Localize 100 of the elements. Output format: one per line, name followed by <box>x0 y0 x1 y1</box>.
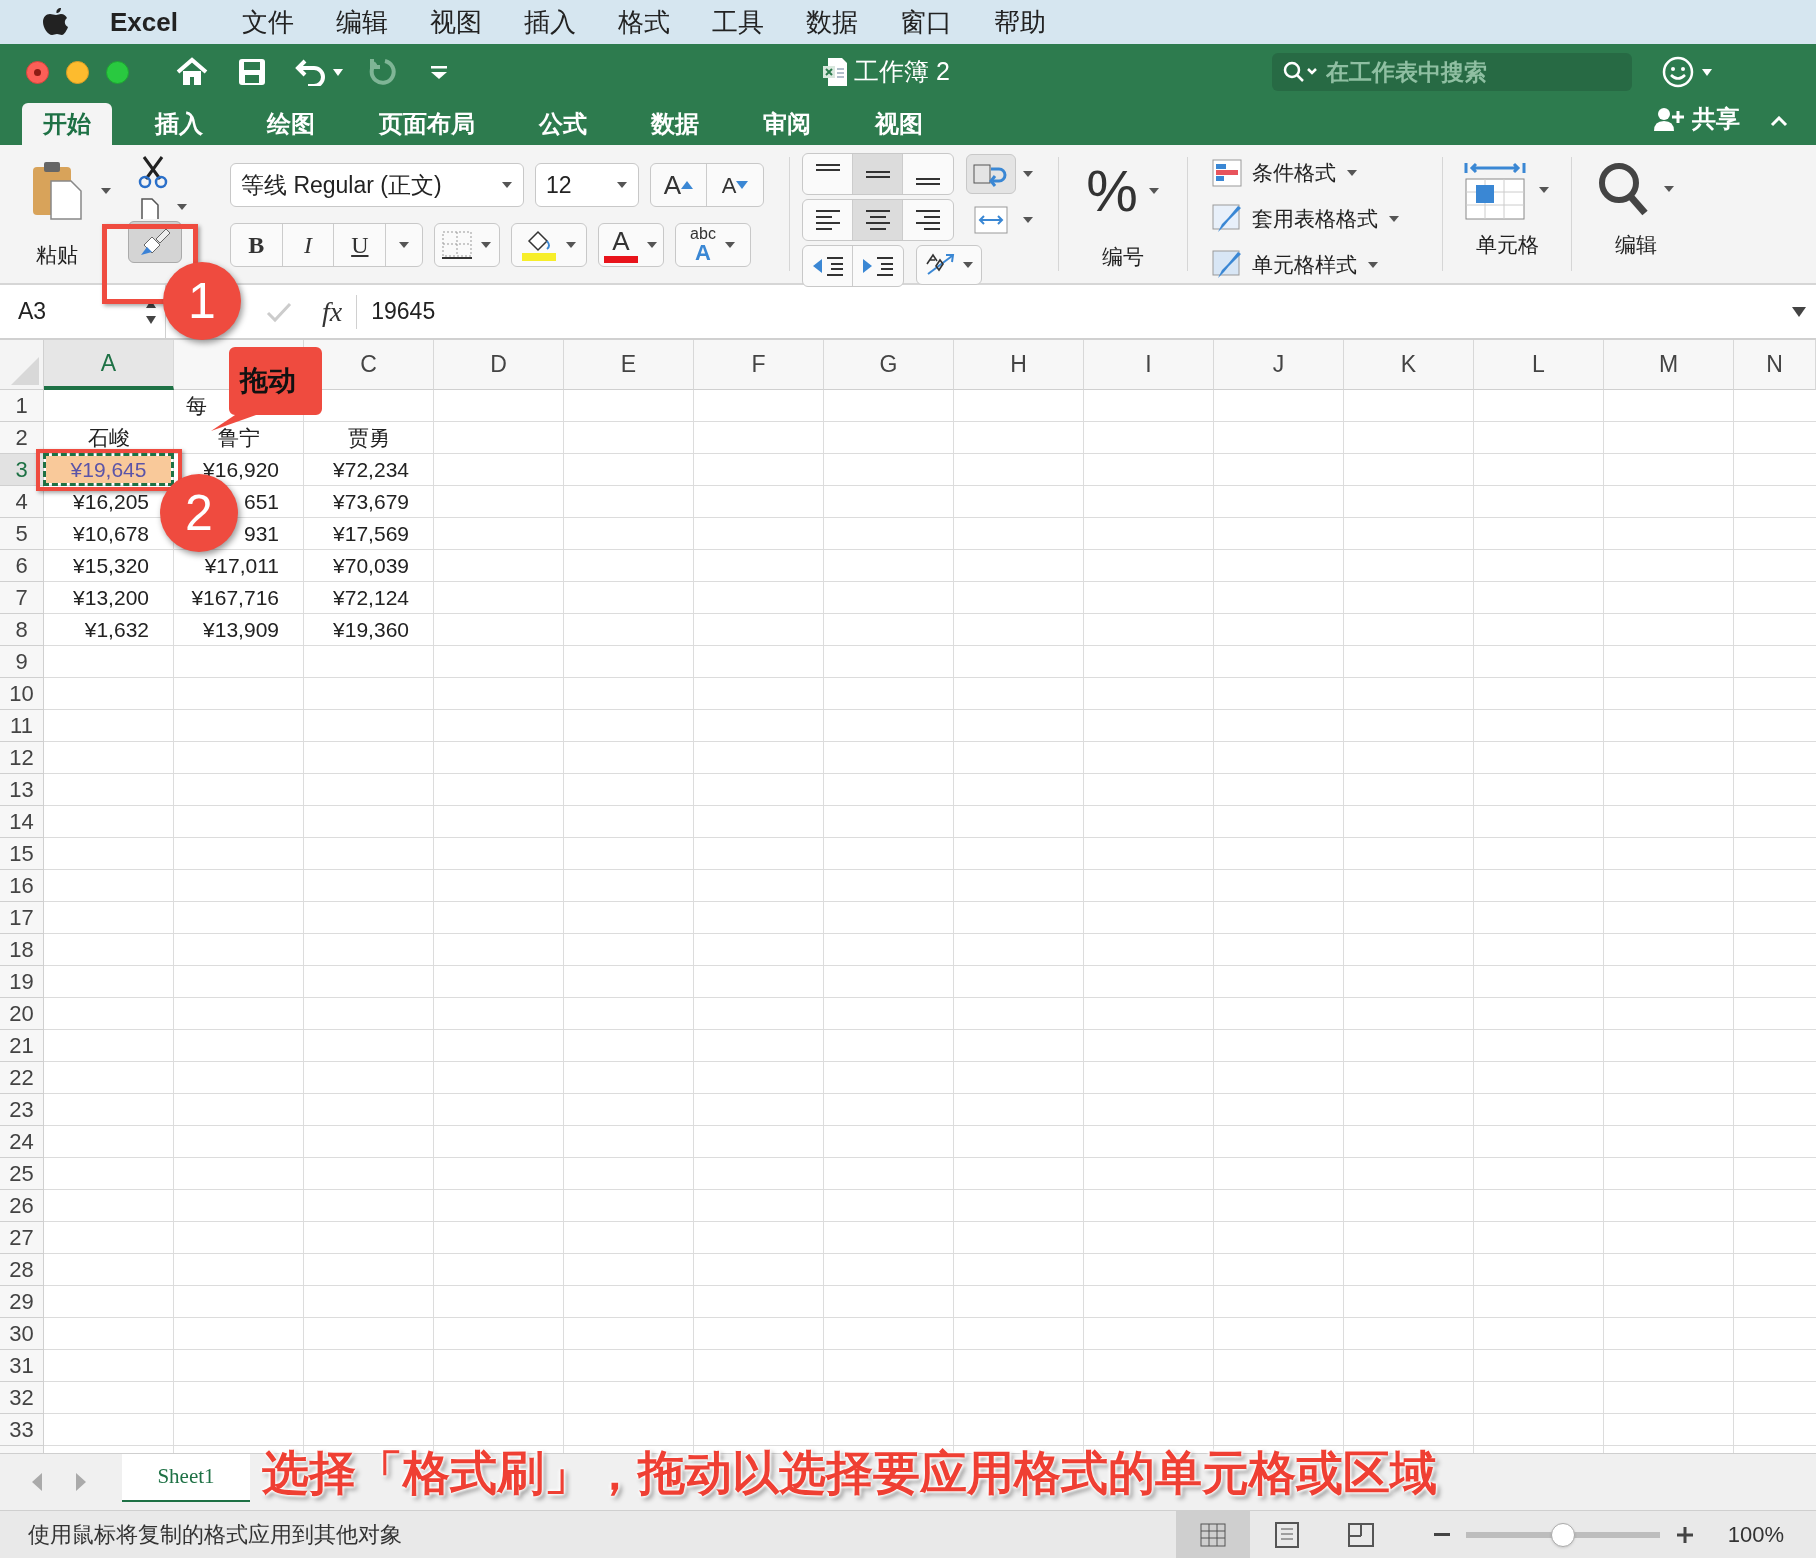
column-header[interactable]: I <box>1084 340 1214 390</box>
row-header[interactable]: 32 <box>0 1382 43 1414</box>
align-center-button[interactable] <box>853 200 903 240</box>
menu-item[interactable]: 视图 <box>429 2 482 42</box>
row-header[interactable]: 24 <box>0 1126 43 1158</box>
insert-function-button[interactable]: fx <box>322 290 343 333</box>
row-header[interactable]: 6 <box>0 550 43 582</box>
zoom-in-icon[interactable] <box>1675 1525 1694 1544</box>
row-header[interactable]: 14 <box>0 806 43 838</box>
ribbon-tab[interactable]: 数据 <box>630 103 720 145</box>
row-header[interactable]: 9 <box>0 646 43 678</box>
scissors-icon[interactable] <box>138 155 168 189</box>
styles-menu-button[interactable]: 套用表格格式 <box>1212 201 1426 237</box>
align-middle-button[interactable] <box>853 154 903 194</box>
ribbon-tab[interactable]: 审阅 <box>742 103 832 145</box>
row-header[interactable]: 7 <box>0 582 43 614</box>
share-button[interactable]: 共享 <box>1654 101 1740 137</box>
row-header[interactable]: 28 <box>0 1254 43 1286</box>
undo-icon[interactable] <box>295 58 327 86</box>
cells-button[interactable]: 单元格 <box>1443 145 1571 283</box>
row-header[interactable]: 15 <box>0 838 43 870</box>
expand-icon[interactable] <box>1792 305 1806 318</box>
fill-color-button[interactable] <box>511 223 587 267</box>
styles-menu-button[interactable]: 单元格样式 <box>1212 247 1426 283</box>
borders-button[interactable] <box>434 223 500 267</box>
column-header[interactable]: H <box>954 340 1084 390</box>
row-header[interactable]: 10 <box>0 678 43 710</box>
font-size-dropdown[interactable]: 12 <box>535 163 639 207</box>
row-header[interactable]: 33 <box>0 1414 43 1446</box>
merge-cells-icon[interactable] <box>974 206 1008 234</box>
ribbon-tab[interactable]: 公式 <box>518 103 608 145</box>
row-header[interactable]: 27 <box>0 1222 43 1254</box>
bold-button[interactable]: B <box>231 224 283 266</box>
menu-item[interactable]: 工具 <box>711 2 764 42</box>
row-header[interactable]: 11 <box>0 710 43 742</box>
zoom-out-icon[interactable] <box>1433 1532 1450 1537</box>
row-header[interactable]: 30 <box>0 1318 43 1350</box>
menu-item[interactable]: 帮助 <box>993 2 1046 42</box>
menu-app-name[interactable]: Excel <box>110 2 178 42</box>
row-header[interactable]: 4 <box>0 486 43 518</box>
row-header[interactable]: 1 <box>0 390 43 422</box>
ribbon-tab[interactable]: 页面布局 <box>358 103 496 145</box>
column-header[interactable]: A <box>44 340 174 390</box>
caret-icon[interactable] <box>333 68 343 76</box>
zoom-level[interactable]: 100% <box>1727 1518 1784 1551</box>
menu-item[interactable]: 数据 <box>805 2 858 42</box>
checkmark-icon[interactable] <box>266 300 292 323</box>
search-field[interactable]: 在工作表中搜索 <box>1271 53 1632 91</box>
column-header[interactable]: N <box>1734 340 1816 390</box>
home-icon[interactable] <box>175 57 209 87</box>
column-header[interactable]: D <box>434 340 564 390</box>
apple-icon[interactable] <box>42 6 70 38</box>
row-header[interactable]: 25 <box>0 1158 43 1190</box>
ribbon-tab[interactable]: 绘图 <box>246 103 336 145</box>
font-name-dropdown[interactable]: 等线 Regular (正文) <box>230 163 524 207</box>
save-icon[interactable] <box>237 57 267 87</box>
ribbon-tab[interactable]: 插入 <box>134 103 224 145</box>
column-header[interactable]: J <box>1214 340 1344 390</box>
minimize-button[interactable] <box>66 60 89 84</box>
customize-toolbar-icon[interactable] <box>431 64 447 80</box>
row-header[interactable]: 3 <box>0 454 43 486</box>
menu-item[interactable]: 编辑 <box>335 2 388 42</box>
column-header[interactable]: K <box>1344 340 1474 390</box>
active-cell[interactable]: ¥19,645 <box>46 456 171 483</box>
row-header[interactable]: 26 <box>0 1190 43 1222</box>
row-header[interactable]: 13 <box>0 774 43 806</box>
row-header[interactable]: 18 <box>0 934 43 966</box>
menu-item[interactable]: 格式 <box>617 2 670 42</box>
menu-item[interactable]: 插入 <box>523 2 576 42</box>
styles-menu-button[interactable]: 条件格式 <box>1212 155 1426 191</box>
row-header[interactable]: 17 <box>0 902 43 934</box>
close-button[interactable] <box>26 60 49 84</box>
caret-icon[interactable] <box>1701 68 1712 76</box>
grow-font-button[interactable]: A <box>651 164 707 206</box>
row-header[interactable]: 12 <box>0 742 43 774</box>
ribbon-tab[interactable]: 开始 <box>22 103 112 145</box>
number-format-button[interactable]: % 编号 <box>1059 145 1187 283</box>
column-header[interactable]: M <box>1604 340 1734 390</box>
orientation-button[interactable] <box>916 245 982 285</box>
column-header[interactable]: L <box>1474 340 1604 390</box>
menu-item[interactable]: 文件 <box>241 2 294 42</box>
row-header[interactable]: 20 <box>0 998 43 1030</box>
shrink-font-button[interactable]: A <box>707 164 763 206</box>
menu-item[interactable]: 窗口 <box>899 2 952 42</box>
column-header[interactable]: F <box>694 340 824 390</box>
wrap-text-button[interactable] <box>966 154 1016 194</box>
row-header[interactable]: 23 <box>0 1094 43 1126</box>
column-header[interactable]: E <box>564 340 694 390</box>
paste-button[interactable]: 粘贴 <box>14 145 100 283</box>
collapse-ribbon-icon[interactable] <box>1770 116 1788 127</box>
row-header[interactable]: 31 <box>0 1350 43 1382</box>
sheet-tab[interactable]: Sheet1 <box>122 1454 250 1502</box>
slider-thumb[interactable] <box>1550 1522 1575 1547</box>
row-header[interactable]: 8 <box>0 614 43 646</box>
format-painter-button[interactable] <box>128 221 182 263</box>
row-header[interactable]: 29 <box>0 1286 43 1318</box>
smiley-icon[interactable] <box>1661 56 1694 88</box>
row-header[interactable]: 16 <box>0 870 43 902</box>
row-header[interactable]: 19 <box>0 966 43 998</box>
editing-button[interactable]: 编辑 <box>1572 145 1700 283</box>
